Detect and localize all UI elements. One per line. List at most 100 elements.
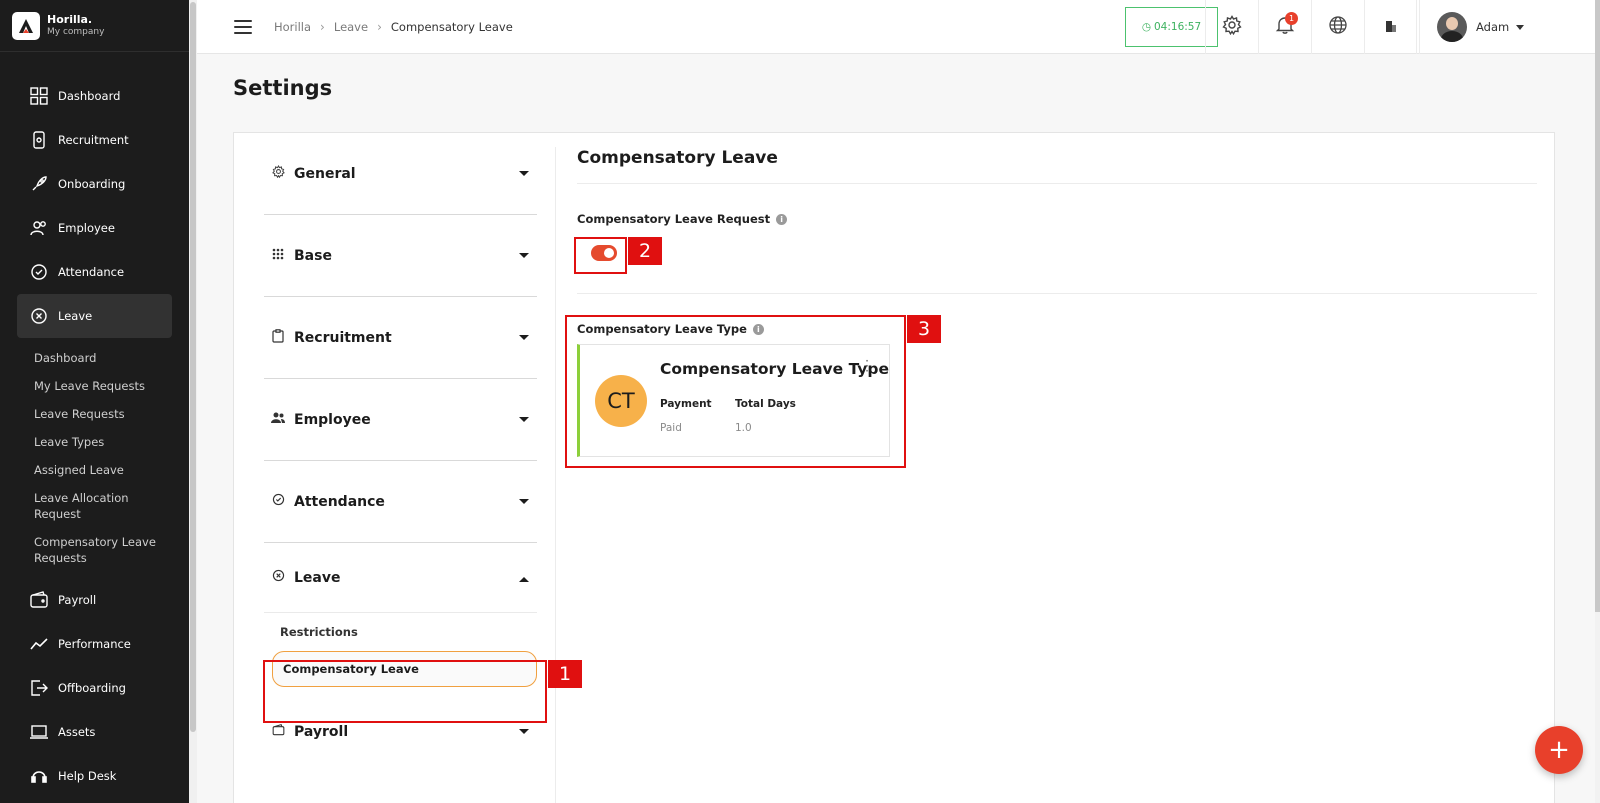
avatar: [1437, 12, 1467, 42]
caret-down-icon: [519, 253, 529, 258]
dashboard-icon: [29, 86, 49, 106]
section-label: General: [294, 165, 356, 182]
clipboard-icon: [271, 328, 285, 343]
sidebar-item-dashboard[interactable]: Dashboard: [17, 74, 172, 118]
settings-section-leave[interactable]: Leave: [264, 543, 537, 613]
notifications-button[interactable]: 1: [1258, 0, 1311, 54]
rocket-icon: [29, 174, 49, 194]
annotation-box-3: [565, 315, 906, 468]
caret-down-icon: [519, 729, 529, 734]
settings-section-general[interactable]: General: [264, 133, 537, 215]
caret-down-icon: [519, 499, 529, 504]
caret-down-icon: [1516, 24, 1525, 30]
trend-icon: [29, 634, 49, 654]
settings-section-attendance[interactable]: Attendance: [264, 461, 537, 543]
submenu-item-leave-requests[interactable]: Leave Requests: [34, 400, 189, 428]
breadcrumb-current: Compensatory Leave: [390, 19, 513, 34]
headset-icon: [29, 766, 49, 786]
sidebar-item-offboarding[interactable]: Offboarding: [17, 666, 172, 710]
language-button[interactable]: [1311, 0, 1364, 54]
x-circle-icon: [271, 569, 285, 583]
company-switch-button[interactable]: [1364, 0, 1417, 54]
sidebar-item-leave[interactable]: Leave: [17, 294, 172, 338]
sidebar-scrollbar[interactable]: [189, 0, 197, 803]
sidebar-item-label: Help Desk: [58, 769, 117, 783]
breadcrumb-item[interactable]: Leave: [334, 20, 368, 34]
gear-icon: [1222, 15, 1242, 39]
section-label: Employee: [294, 411, 371, 428]
gear-icon: [271, 165, 285, 179]
settings-section-employee[interactable]: Employee: [264, 379, 537, 461]
wallet-icon: [29, 590, 49, 610]
breadcrumb-item[interactable]: Horilla: [274, 20, 311, 34]
building-icon: [1384, 18, 1398, 37]
compensatory-request-block: Compensatory Leave Request i: [577, 184, 1537, 294]
caret-down-icon: [519, 171, 529, 176]
grid-dots-icon: [271, 247, 285, 261]
settings-link-restrictions[interactable]: Restrictions: [280, 625, 537, 651]
annotation-tag-2: 2: [628, 237, 662, 265]
sidebar-item-employee[interactable]: Employee: [17, 206, 172, 250]
sidebar-item-label: Recruitment: [58, 133, 129, 147]
wallet-icon: [271, 723, 285, 737]
section-label: Attendance: [294, 493, 385, 510]
caret-down-icon: [519, 335, 529, 340]
sidebar-item-help-desk[interactable]: Help Desk: [17, 754, 172, 798]
company-name: My company: [47, 26, 105, 37]
sidebar-item-performance[interactable]: Performance: [17, 622, 172, 666]
section-label: Recruitment: [294, 329, 392, 346]
annotation-tag-3: 3: [907, 315, 941, 343]
exit-icon: [29, 678, 49, 698]
chevron-right-icon: ›: [320, 19, 325, 34]
laptop-icon: [29, 722, 49, 742]
settings-gear-button[interactable]: [1205, 0, 1258, 54]
sidebar-item-assets[interactable]: Assets: [17, 710, 172, 754]
check-circle-icon: [271, 493, 285, 507]
brand[interactable]: Horilla. My company: [0, 0, 189, 52]
info-icon[interactable]: i: [776, 213, 788, 225]
globe-icon: [1328, 15, 1348, 39]
horilla-logo-icon: [12, 11, 40, 40]
check-circle-icon: [29, 262, 49, 282]
sidebar-item-attendance[interactable]: Attendance: [17, 250, 172, 294]
sidebar-item-label: Dashboard: [58, 89, 121, 103]
section-label: Leave: [294, 569, 341, 586]
settings-section-recruitment[interactable]: Recruitment: [264, 297, 537, 379]
chevron-right-icon: ›: [377, 19, 382, 34]
annotation-tag-1: 1: [548, 660, 582, 688]
sidebar-item-label: Leave: [58, 309, 93, 323]
sidebar-item-onboarding[interactable]: Onboarding: [17, 162, 172, 206]
sidebar-item-recruitment[interactable]: Recruitment: [17, 118, 172, 162]
user-name: Adam: [1476, 20, 1510, 34]
content-title: Compensatory Leave: [577, 148, 1537, 184]
sidebar-item-label: Attendance: [58, 265, 125, 279]
notification-badge: 1: [1285, 12, 1298, 25]
section-label: Base: [294, 247, 332, 264]
sidebar-item-label: Offboarding: [58, 681, 126, 695]
page-title: Settings: [233, 76, 333, 100]
submenu-item-assigned-leave[interactable]: Assigned Leave: [34, 456, 189, 484]
user-menu[interactable]: Adam: [1419, 0, 1595, 54]
submenu-item-my-leave-requests[interactable]: My Leave Requests: [34, 372, 189, 400]
caret-up-icon: [519, 577, 529, 582]
add-button[interactable]: +: [1535, 726, 1583, 774]
clock-icon: ◷: [1141, 21, 1151, 33]
submenu-item-leave-types[interactable]: Leave Types: [34, 428, 189, 456]
annotation-box-1: [263, 660, 547, 723]
sidebar-item-payroll[interactable]: Payroll: [17, 578, 172, 622]
sidebar-item-label: Employee: [58, 221, 115, 235]
request-label: Compensatory Leave Request: [577, 212, 771, 226]
hamburger-menu-icon[interactable]: [234, 19, 252, 34]
submenu-item-dashboard[interactable]: Dashboard: [34, 344, 189, 372]
submenu-item-compensatory-leave-requests[interactable]: Compensatory Leave Requests: [34, 528, 164, 572]
settings-section-base[interactable]: Base: [264, 215, 537, 297]
sidebar: Horilla. My company Dashboard Recruitmen…: [0, 0, 189, 803]
submenu-item-leave-allocation-request[interactable]: Leave Allocation Request: [34, 484, 144, 528]
timer-value: 04:16:57: [1154, 21, 1202, 33]
people-icon: [271, 411, 285, 425]
page-scrollbar[interactable]: [1595, 0, 1600, 803]
panel-divider: [555, 147, 556, 803]
sidebar-item-label: Onboarding: [58, 177, 126, 191]
sidebar-item-label: Payroll: [58, 593, 97, 607]
breadcrumb: Horilla › Leave › Compensatory Leave: [274, 20, 513, 34]
